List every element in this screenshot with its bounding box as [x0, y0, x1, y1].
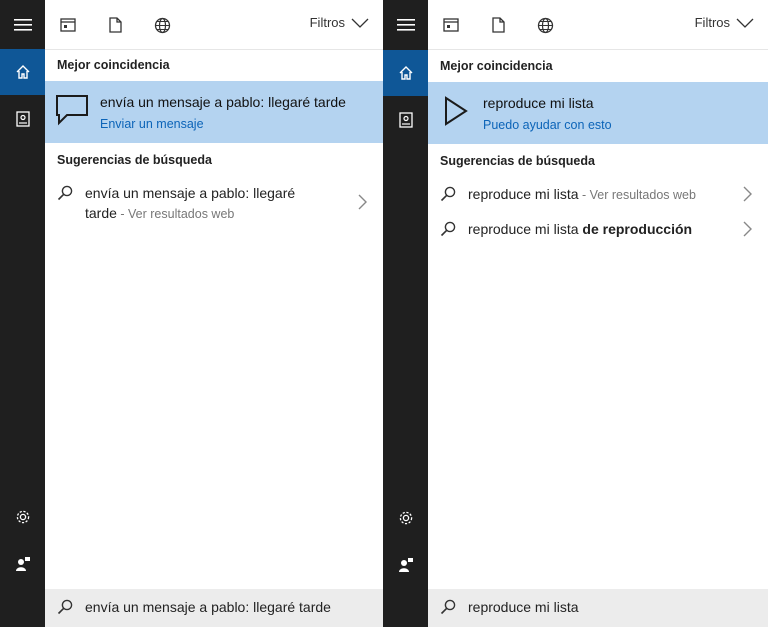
chevron-right-icon	[743, 221, 752, 242]
suggestion-subtext: - Ver resultados web	[578, 188, 696, 202]
best-match-title: envía un mensaje a pablo: llegaré tarde	[100, 94, 346, 110]
filters-label: Filtros	[694, 15, 730, 30]
suggestion-item[interactable]: envía un mensaje a pablo: llegaré tarde …	[45, 183, 383, 225]
search-icon	[440, 599, 456, 620]
chevron-down-icon	[736, 18, 754, 28]
suggestions-heading: Sugerencias de búsqueda	[440, 154, 595, 168]
best-match-heading: Mejor coincidencia	[440, 59, 553, 73]
best-match-action[interactable]: Enviar un mensaje	[100, 117, 204, 131]
results-pane: Filtros Mejor coincidencia envía un mens…	[45, 0, 383, 627]
chat-bubble-icon	[55, 94, 89, 131]
suggestion-text: envía un mensaje a pablo: llegaré tarde …	[85, 183, 295, 224]
best-match-action[interactable]: Puedo ayudar con esto	[483, 118, 612, 132]
apps-filter[interactable]	[58, 15, 78, 35]
suggestion-text: reproduce mi lista de reproducción	[468, 219, 692, 239]
suggestion-query: reproduce mi lista	[468, 186, 579, 202]
play-icon	[444, 96, 468, 131]
filter-toolbar: Filtros	[45, 0, 383, 50]
chevron-down-icon	[351, 18, 369, 28]
suggestions-heading: Sugerencias de búsqueda	[57, 153, 212, 167]
search-icon	[57, 185, 73, 206]
documents-filter[interactable]	[105, 15, 125, 35]
suggestion-completion: de reproducción	[582, 221, 693, 237]
best-match-title: reproduce mi lista	[483, 95, 594, 111]
suggestion-item[interactable]: reproduce mi lista - Ver resultados web	[428, 184, 768, 208]
notebook-button[interactable]	[383, 97, 428, 143]
settings-icon	[16, 510, 29, 524]
nav-rail	[383, 0, 428, 627]
chevron-right-icon	[743, 186, 752, 207]
search-icon	[440, 186, 456, 207]
best-match-heading: Mejor coincidencia	[57, 58, 170, 72]
notebook-icon	[15, 111, 30, 127]
feedback-button[interactable]	[0, 541, 45, 587]
cortana-panel-right: Filtros Mejor coincidencia reproduce mi …	[383, 0, 768, 627]
web-filter[interactable]	[152, 15, 172, 35]
suggestion-item[interactable]: reproduce mi lista de reproducción	[428, 219, 768, 243]
suggestion-query: reproduce mi lista	[468, 221, 583, 237]
menu-icon	[396, 19, 415, 31]
documents-filter[interactable]	[488, 15, 508, 35]
home-button[interactable]	[0, 49, 45, 95]
suggestion-subtext: - Ver resultados web	[116, 207, 235, 221]
web-icon	[537, 17, 553, 33]
home-button[interactable]	[383, 50, 428, 96]
home-icon	[399, 66, 412, 80]
menu-icon	[13, 19, 32, 31]
feedback-icon	[398, 558, 413, 572]
apps-icon	[443, 18, 459, 32]
feedback-button[interactable]	[383, 542, 428, 588]
best-match-item[interactable]: envía un mensaje a pablo: llegaré tarde …	[45, 81, 383, 143]
chevron-right-icon	[358, 194, 367, 215]
web-icon	[154, 17, 170, 33]
results-pane: Filtros Mejor coincidencia reproduce mi …	[428, 0, 768, 627]
suggestion-text: reproduce mi lista - Ver resultados web	[468, 184, 696, 205]
search-input[interactable]: envía un mensaje a pablo: llegaré tarde	[85, 599, 331, 615]
document-icon	[491, 17, 505, 33]
suggestion-line-1: envía un mensaje a pablo: llegaré	[85, 185, 296, 201]
filter-toolbar: Filtros	[428, 0, 768, 50]
search-box[interactable]: reproduce mi lista	[428, 589, 768, 627]
web-filter[interactable]	[535, 15, 555, 35]
search-icon	[57, 599, 73, 620]
search-icon	[440, 221, 456, 242]
search-box[interactable]: envía un mensaje a pablo: llegaré tarde	[45, 589, 383, 627]
suggestion-line-2: tarde	[85, 205, 117, 221]
notebook-button[interactable]	[0, 96, 45, 142]
apps-icon	[60, 18, 76, 32]
settings-button[interactable]	[0, 494, 45, 540]
apps-filter[interactable]	[441, 15, 461, 35]
nav-rail	[0, 0, 45, 627]
cortana-panel-left: Filtros Mejor coincidencia envía un mens…	[0, 0, 383, 627]
home-icon	[16, 65, 29, 79]
document-icon	[108, 17, 122, 33]
notebook-icon	[398, 112, 413, 128]
search-input[interactable]: reproduce mi lista	[468, 599, 579, 615]
menu-button[interactable]	[0, 2, 45, 48]
best-match-item[interactable]: reproduce mi lista Puedo ayudar con esto	[428, 82, 768, 144]
filters-label: Filtros	[309, 15, 345, 30]
filters-dropdown[interactable]: Filtros	[310, 15, 369, 30]
menu-button[interactable]	[383, 2, 428, 48]
filters-dropdown[interactable]: Filtros	[695, 15, 754, 30]
settings-icon	[399, 511, 412, 525]
feedback-icon	[15, 557, 30, 571]
settings-button[interactable]	[383, 495, 428, 541]
